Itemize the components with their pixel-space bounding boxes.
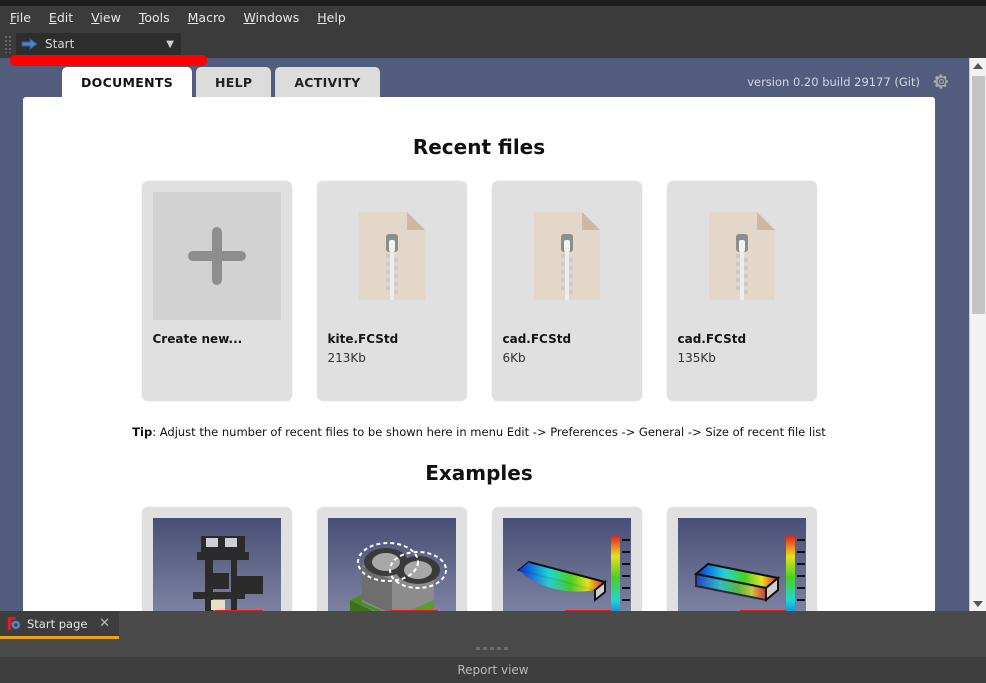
example-thumbnail-tower — [152, 518, 281, 611]
fcstd-thumbnail — [678, 192, 806, 320]
recent-card-create-new[interactable]: Create new... — [141, 181, 292, 401]
recent-card-size: 213Kb — [327, 351, 366, 365]
close-icon[interactable]: ✕ — [96, 616, 113, 631]
menu-item-view[interactable]: View — [91, 11, 121, 25]
chevron-down-icon: ▼ — [166, 38, 174, 50]
tab-activity-label: ACTIVITY — [294, 74, 361, 90]
recent-files-heading: Recent files — [412, 135, 546, 159]
tab-documents[interactable]: DOCUMENTS — [62, 67, 192, 97]
gear-icon[interactable] — [933, 73, 950, 90]
recent-card-size: 135Kb — [677, 351, 716, 365]
report-view-title: Report view — [457, 663, 529, 677]
example-card-2[interactable] — [316, 507, 467, 611]
start-page: version 0.20 build 29177 (Git) DOCUMENTS… — [0, 58, 986, 611]
tab-documents-label: DOCUMENTS — [81, 74, 173, 90]
version-info-row: version 0.20 build 29177 (Git) — [747, 73, 950, 90]
scroll-up-arrow-icon[interactable] — [970, 58, 986, 73]
recent-card-title: cad.FCStd — [677, 332, 747, 346]
example-thumbnail-engine — [327, 518, 456, 611]
menu-bar: File Edit View Tools Macro Windows Help — [0, 6, 986, 30]
menu-item-file[interactable]: File — [10, 11, 31, 25]
fcstd-zip-document-icon — [358, 212, 425, 300]
blue-arrow-icon — [21, 38, 38, 50]
recent-card-title: cad.FCStd — [502, 332, 572, 346]
scroll-down-arrow-icon[interactable] — [970, 596, 986, 611]
example-thumbnail-engine — [327, 518, 456, 611]
fcstd-thumbnail — [503, 192, 631, 320]
example-thumbnail-fem-beam-flat — [502, 518, 631, 611]
recent-card-file-1[interactable]: kite.FCStd 213Kb — [316, 181, 467, 401]
recent-card-file-3[interactable]: cad.FCStd 135Kb — [666, 181, 817, 401]
example-thumbnail-tower — [152, 518, 281, 611]
splitter-handle-icon — [476, 646, 510, 650]
recent-card-title: kite.FCStd — [327, 332, 399, 346]
tab-activity[interactable]: ACTIVITY — [275, 67, 380, 97]
freecad-window: File Edit View Tools Macro Windows Help … — [0, 0, 986, 683]
annotation-highlight-bar — [10, 55, 207, 66]
fcstd-thumbnail — [328, 192, 456, 320]
tip-text: : Adjust the number of recent files to b… — [152, 425, 826, 439]
scrollbar-thumb[interactable] — [972, 76, 985, 314]
fcstd-zip-document-icon — [533, 212, 600, 300]
tab-help[interactable]: HELP — [196, 67, 272, 97]
version-text: version 0.20 build 29177 (Git) — [747, 74, 920, 89]
recent-files-row: Create new... kite.FCStd 213Kb cad.FCStd… — [23, 181, 935, 401]
examples-row — [23, 507, 935, 611]
menu-item-help[interactable]: Help — [317, 11, 346, 25]
workbench-selector-value: Start — [45, 37, 75, 51]
document-tab-bar: Start page ✕ — [0, 611, 986, 639]
fcstd-zip-document-icon — [708, 212, 775, 300]
menu-item-tools[interactable]: Tools — [139, 11, 170, 25]
report-view-panel[interactable]: Report view — [0, 657, 986, 683]
example-thumbnail-fem-beam-box — [677, 518, 806, 611]
start-page-content: Recent files Create new... kite.FCStd 21… — [23, 97, 935, 611]
tab-help-label: HELP — [215, 74, 253, 90]
document-tab-start-page[interactable]: Start page ✕ — [0, 611, 119, 639]
example-card-1[interactable] — [141, 507, 292, 611]
example-thumbnail-fem-beam-box — [677, 518, 806, 611]
document-tab-label: Start page — [27, 616, 88, 631]
freecad-logo-icon — [7, 616, 21, 631]
example-card-3[interactable] — [491, 507, 642, 611]
drag-grip-icon[interactable] — [4, 35, 13, 53]
recent-card-title: Create new... — [152, 332, 243, 346]
example-card-4[interactable] — [666, 507, 817, 611]
menu-item-windows[interactable]: Windows — [243, 11, 299, 25]
recent-card-size: 6Kb — [502, 351, 526, 365]
example-thumbnail-fem-beam-flat — [502, 518, 631, 611]
create-new-thumbnail — [152, 192, 281, 320]
menu-item-macro[interactable]: Macro — [188, 11, 226, 25]
workbench-toolbar: Start ▼ — [0, 30, 986, 58]
plus-icon — [187, 227, 246, 285]
menu-item-edit[interactable]: Edit — [49, 11, 73, 25]
workbench-selector[interactable]: Start ▼ — [16, 33, 181, 55]
recent-card-file-2[interactable]: cad.FCStd 6Kb — [491, 181, 642, 401]
start-page-scrollbar[interactable] — [969, 58, 986, 611]
tip-label: Tip — [132, 425, 153, 439]
examples-heading: Examples — [425, 461, 533, 485]
panel-splitter[interactable] — [0, 639, 986, 657]
recent-files-tip: Tip: Adjust the number of recent files t… — [23, 425, 935, 439]
